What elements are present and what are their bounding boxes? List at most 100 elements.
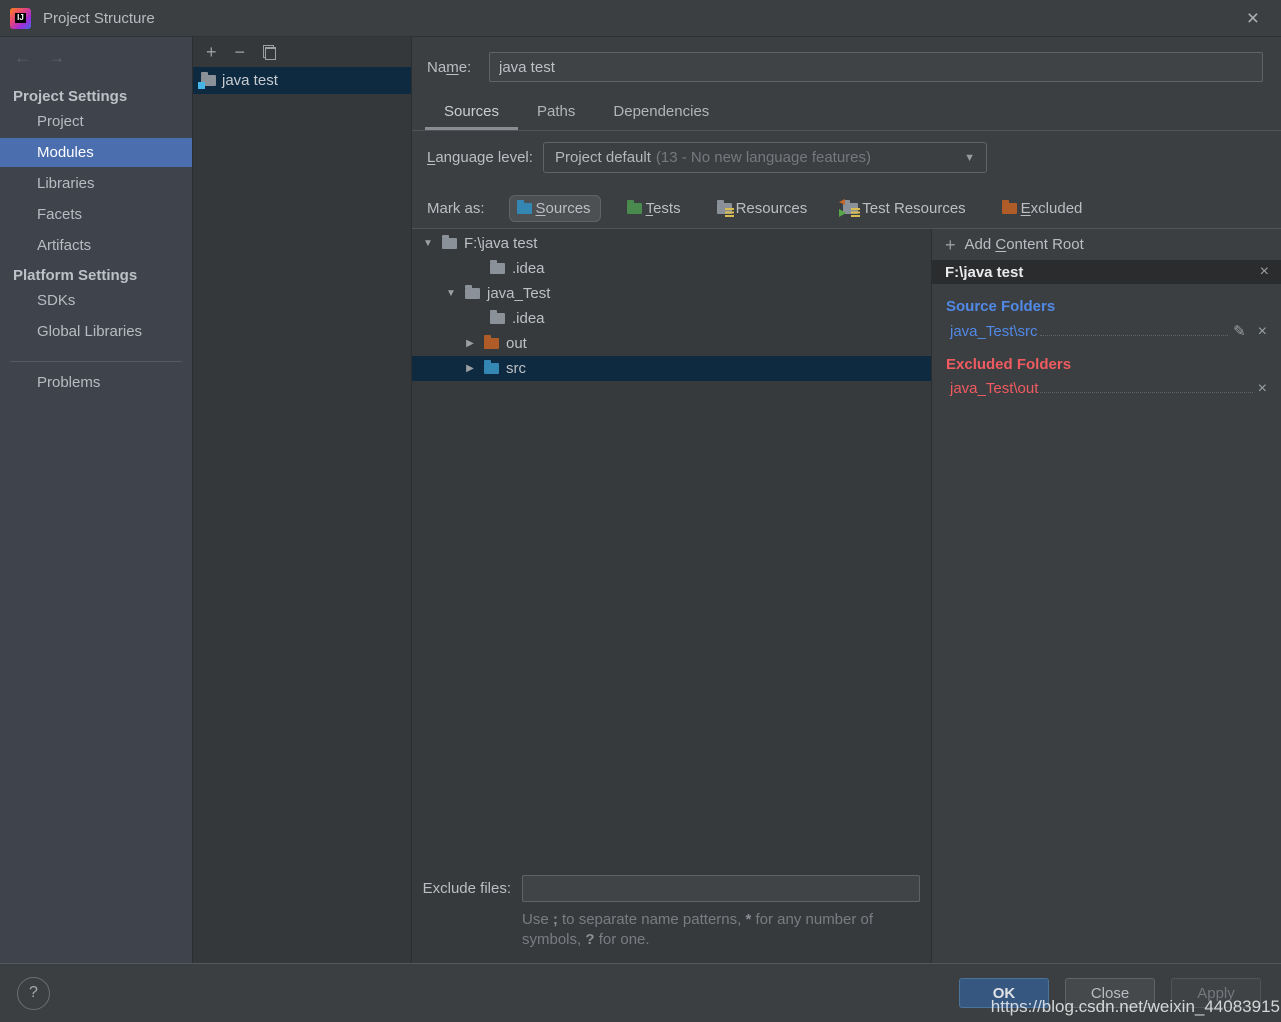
folder-icon (465, 285, 480, 299)
settings-sidebar: ← → Project Settings Project Modules Lib… (0, 37, 192, 963)
chevron-down-icon: ▼ (964, 151, 975, 164)
module-folder-icon (198, 72, 216, 89)
footer-buttons: OK Close Apply (959, 978, 1261, 1008)
dotted-leader (1039, 335, 1229, 336)
tree-item-idea-nested[interactable]: .idea (412, 306, 931, 331)
content-tree-panel: ▼ F:\java test .idea ▼ java_Test .idea ▶… (412, 229, 932, 963)
resources-folder-icon (716, 200, 734, 217)
platform-settings-group-label: Platform Settings (13, 267, 138, 284)
content-root-path: F:\java test (945, 263, 1024, 281)
sidebar-item-problems[interactable]: Problems (0, 368, 192, 397)
content-root-panel: + Add Content Root F:\java test × Source… (932, 229, 1281, 963)
language-level-row: Language level: Project default (13 - No… (427, 142, 1281, 173)
sidebar-item-facets[interactable]: Facets (0, 200, 192, 229)
exclude-files-hint: Use ; to separate name patterns, * for a… (522, 911, 874, 948)
excluded-folder-icon (484, 335, 499, 349)
module-editor: Name: Sources Paths Dependencies Languag… (412, 37, 1281, 963)
mark-as-resources-button[interactable]: Resources (709, 195, 818, 222)
plus-icon: + (945, 234, 956, 255)
tab-paths[interactable]: Paths (518, 103, 594, 130)
sidebar-item-project[interactable]: Project (0, 107, 192, 136)
ok-button[interactable]: OK (959, 978, 1049, 1008)
remove-source-folder-icon[interactable]: × (1258, 324, 1267, 340)
source-folder-row: java_Test\src ✎ × (950, 322, 1269, 340)
titlebar: IJ Project Structure × (0, 0, 1281, 37)
excluded-folder-row: java_Test\out × (950, 380, 1269, 397)
apply-button: Apply (1171, 978, 1261, 1008)
mark-as-row: Mark as: Sources Tests Resources Test Re… (427, 195, 1281, 222)
tests-folder-icon (626, 200, 642, 214)
close-button[interactable]: Close (1065, 978, 1155, 1008)
dotted-leader (1040, 392, 1253, 393)
project-settings-group-label: Project Settings (13, 88, 128, 105)
source-folder-icon (484, 360, 499, 374)
tree-item-java-test-folder[interactable]: ▼ java_Test (412, 281, 931, 306)
language-level-value: Project default (555, 149, 651, 166)
excluded-folder-path[interactable]: java_Test\out (950, 380, 1038, 397)
exclude-files-input[interactable] (522, 875, 920, 902)
sidebar-item-sdks[interactable]: SDKs (0, 286, 192, 315)
mark-as-label: Mark as: (427, 200, 485, 217)
folder-icon (490, 260, 505, 274)
mark-as-test-resources-button[interactable]: Test Resources (835, 195, 975, 222)
history-nav: ← → (0, 37, 192, 68)
sidebar-item-global-libraries[interactable]: Global Libraries (0, 317, 192, 346)
exclude-files-row: Exclude files: (412, 875, 931, 902)
forward-arrow-icon[interactable]: → (48, 48, 65, 68)
folder-icon (490, 310, 505, 324)
source-folders-label: Source Folders (946, 298, 1056, 315)
modules-list-panel: + − java test (192, 37, 412, 963)
help-button[interactable]: ? (17, 976, 50, 1010)
remove-module-icon[interactable]: − (235, 42, 246, 63)
content-root-header: F:\java test × (932, 260, 1281, 284)
content-split: ▼ F:\java test .idea ▼ java_Test .idea ▶… (412, 228, 1281, 963)
excluded-folder-icon (1001, 200, 1017, 214)
sources-folder-icon (516, 200, 532, 214)
dialog-body: ← → Project Settings Project Modules Lib… (0, 37, 1281, 963)
tree-item-out[interactable]: ▶ out (412, 331, 931, 356)
sidebar-item-libraries[interactable]: Libraries (0, 169, 192, 198)
modules-toolbar: + − (193, 37, 411, 67)
expand-arrow-icon[interactable]: ▼ (443, 288, 459, 299)
folder-icon (442, 235, 457, 249)
edit-pencil-icon[interactable]: ✎ (1233, 322, 1246, 340)
sidebar-divider (10, 361, 182, 362)
tree-item-root[interactable]: ▼ F:\java test (412, 231, 931, 256)
mark-as-tests-button[interactable]: Tests (619, 195, 691, 222)
add-content-root-label: Add Content Root (964, 236, 1084, 253)
expand-arrow-icon[interactable]: ▶ (462, 363, 478, 374)
intellij-logo-icon: IJ (10, 7, 31, 29)
module-list-item[interactable]: java test (193, 67, 411, 94)
excluded-folders-label: Excluded Folders (946, 356, 1072, 373)
test-resources-folder-icon (839, 199, 861, 217)
mark-as-excluded-button[interactable]: Excluded (994, 195, 1093, 222)
tree-item-idea[interactable]: .idea (412, 256, 931, 281)
exclude-files-label: Exclude files: (422, 880, 511, 897)
copy-module-icon[interactable] (263, 45, 277, 60)
source-folder-path[interactable]: java_Test\src (950, 323, 1038, 340)
module-tabs: Sources Paths Dependencies (412, 103, 1281, 131)
remove-excluded-folder-icon[interactable]: × (1258, 381, 1267, 397)
sidebar-item-modules[interactable]: Modules (0, 138, 192, 167)
remove-content-root-icon[interactable]: × (1260, 264, 1269, 280)
language-level-label: Language level: (427, 149, 533, 166)
expand-arrow-icon[interactable]: ▼ (420, 238, 436, 249)
dialog-footer: ? OK Close Apply (0, 963, 1281, 1022)
module-name-input[interactable] (489, 52, 1263, 82)
mark-as-sources-button[interactable]: Sources (508, 195, 601, 222)
module-name: java test (222, 72, 278, 89)
name-row: Name: (427, 52, 1263, 82)
window-title: Project Structure (43, 9, 155, 27)
language-level-select[interactable]: Project default (13 - No new language fe… (543, 142, 987, 173)
expand-arrow-icon[interactable]: ▶ (462, 338, 478, 349)
tree-item-src[interactable]: ▶ src (412, 356, 931, 381)
add-content-root-button[interactable]: + Add Content Root (932, 229, 1281, 260)
add-module-icon[interactable]: + (206, 42, 217, 63)
tab-dependencies[interactable]: Dependencies (594, 103, 728, 130)
tab-sources[interactable]: Sources (425, 103, 519, 130)
question-mark-icon: ? (29, 984, 38, 1001)
back-arrow-icon[interactable]: ← (14, 48, 31, 68)
close-window-icon[interactable]: × (1247, 8, 1259, 29)
sidebar-item-artifacts[interactable]: Artifacts (0, 231, 192, 260)
